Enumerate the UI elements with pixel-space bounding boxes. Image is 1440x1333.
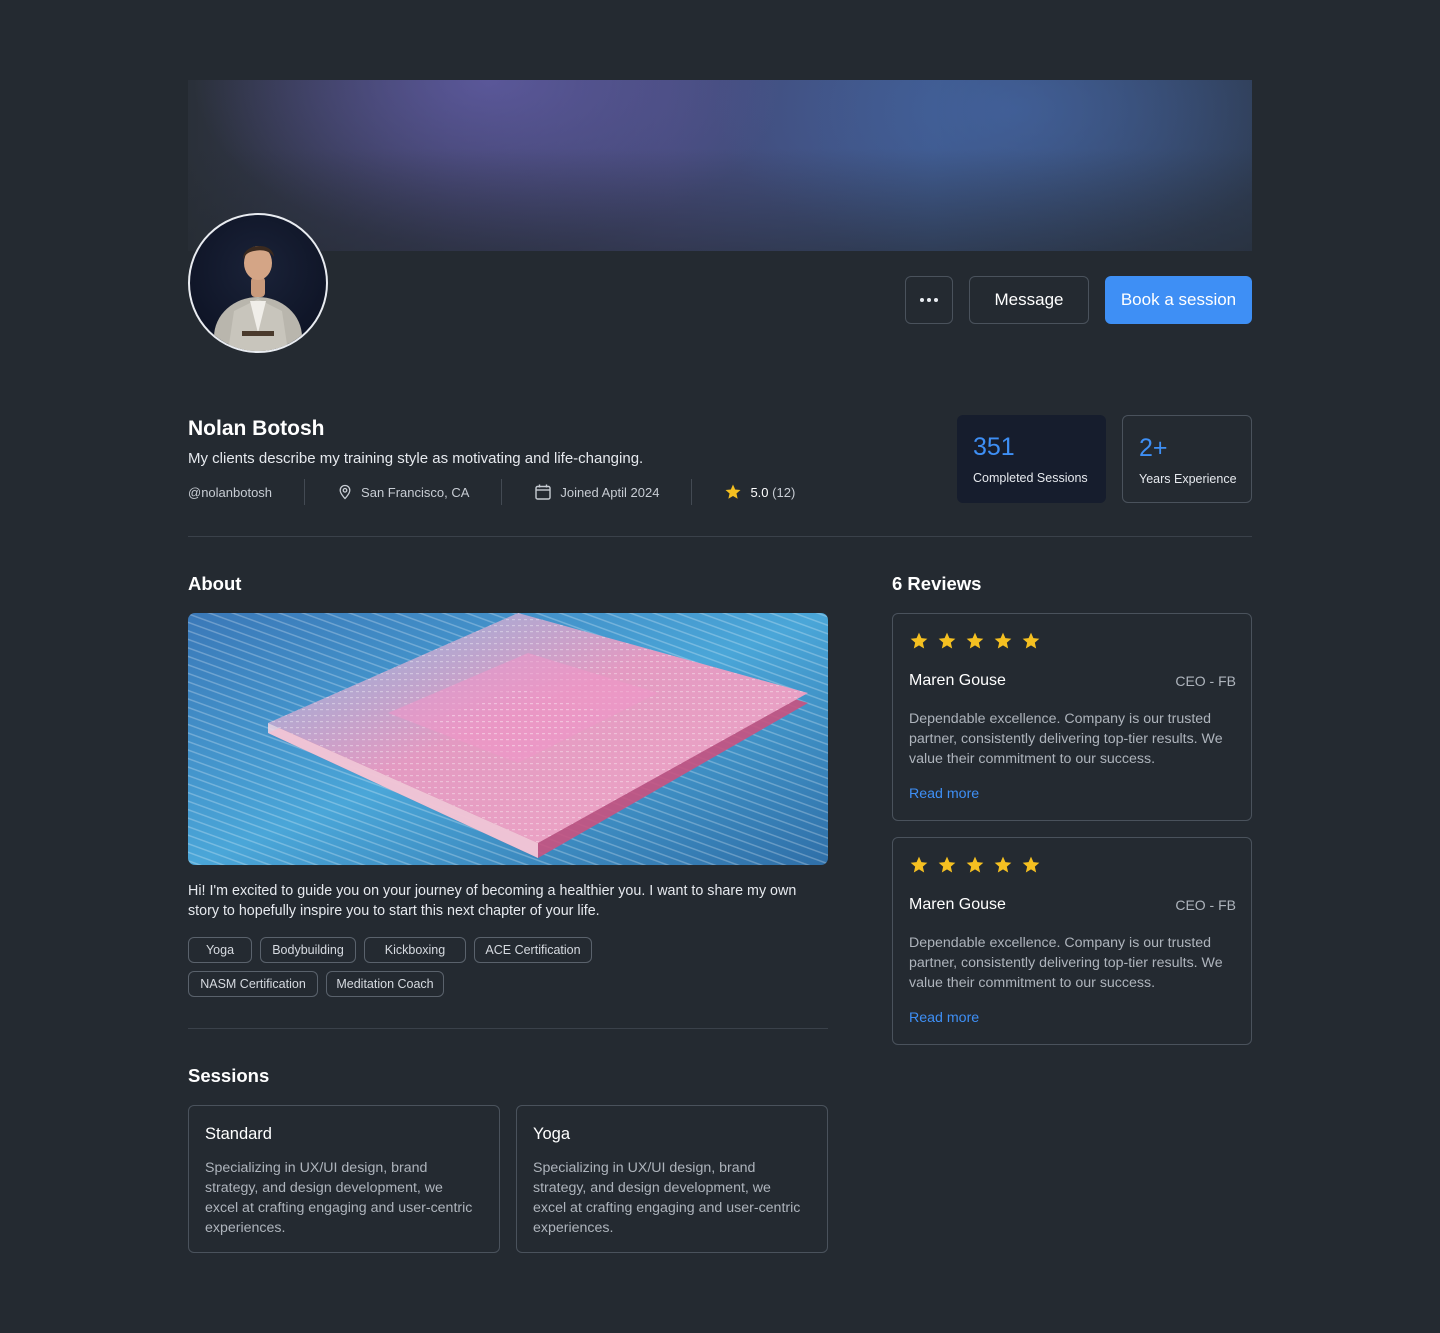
meta-divider [691,479,693,505]
about-text: Hi! I'm excited to guide you on your jou… [188,883,797,919]
handle-text: @nolanbotosh [188,484,273,500]
profile-name: Nolan Botosh [188,417,325,440]
meta-divider [501,479,503,505]
star-icon [910,632,928,649]
review-text: Dependable excellence. Company is our tr… [909,711,1223,767]
location: San Francisco, CA [337,484,469,500]
tag-bodybuilding[interactable]: Bodybuilding [260,937,356,963]
read-more-link[interactable]: Read more [909,786,979,802]
star-icon [966,632,984,649]
stat-value: 351 [973,433,1015,461]
rating-value: 5.0 [750,484,769,500]
reviewer-role: CEO - FB [1175,673,1236,689]
stat-label: Completed Sessions [973,471,1088,485]
circuit-chip-image [188,613,828,865]
about-title: About [188,573,242,594]
review-text: Dependable excellence. Company is our tr… [909,935,1223,991]
session-card-standard[interactable]: Standard Specializing in UX/UI design, b… [188,1105,500,1253]
location-text: San Francisco, CA [361,484,470,500]
tag-nasm-certification[interactable]: NASM Certification [188,971,318,997]
sessions-title: Sessions [188,1065,270,1086]
reviewer-name: Maren Gouse [909,896,1006,913]
review-stars [909,631,1041,651]
star-icon [725,484,741,499]
review-card: Maren Gouse CEO - FB Dependable excellen… [892,613,1252,821]
section-divider [188,536,1252,537]
calendar-icon [535,484,552,500]
stat-label: Years Experience [1139,472,1237,486]
stat-years-experience: 2+ Years Experience [1122,415,1252,503]
book-session-button[interactable]: Book a session [1105,276,1252,324]
star-icon [994,632,1012,649]
tag-meditation-coach[interactable]: Meditation Coach [326,971,444,997]
profile-bio: My clients describe my training style as… [188,450,644,467]
location-pin-icon [339,484,351,500]
joined-date: Joined Aptil 2024 [534,483,659,501]
stat-completed-sessions: 351 Completed Sessions [957,415,1106,503]
message-button[interactable]: Message [969,276,1089,324]
session-title: Standard [205,1125,272,1143]
tag-yoga[interactable]: Yoga [188,937,252,963]
section-divider [188,1028,828,1029]
avatar-photo [214,245,302,351]
avatar [188,213,328,353]
star-icon [1022,632,1040,649]
rating-count: (12) [772,484,796,500]
star-icon [966,856,984,873]
tag-ace-certification[interactable]: ACE Certification [474,937,592,963]
reviews-title: 6 Reviews [892,573,982,594]
cover-fade [188,80,1252,251]
review-stars [909,855,1041,875]
session-card-yoga[interactable]: Yoga Specializing in UX/UI design, brand… [516,1105,828,1253]
star-icon [910,856,928,873]
star-icon [938,856,956,873]
rating: 5.0 (12) [724,483,795,501]
about-image [188,613,828,865]
session-title: Yoga [533,1125,571,1143]
more-icon [920,298,938,302]
review-card: Maren Gouse CEO - FB Dependable excellen… [892,837,1252,1045]
profile-meta: @nolanbotosh San Francisco, CA Joined Ap… [188,478,795,506]
session-description: Specializing in UX/UI design, brand stra… [205,1160,473,1236]
star-icon [1022,856,1040,873]
handle: @nolanbotosh [188,485,272,500]
star-icon [938,632,956,649]
reviewer-role: CEO - FB [1175,897,1236,913]
meta-divider [304,479,306,505]
session-description: Specializing in UX/UI design, brand stra… [533,1160,801,1236]
star-icon [994,856,1012,873]
read-more-link[interactable]: Read more [909,1010,979,1026]
reviewer-name: Maren Gouse [909,672,1006,689]
stat-value: 2+ [1139,434,1168,462]
more-options-button[interactable] [905,276,953,324]
tag-kickboxing[interactable]: Kickboxing [364,937,466,963]
joined-text: Joined Aptil 2024 [560,484,660,500]
